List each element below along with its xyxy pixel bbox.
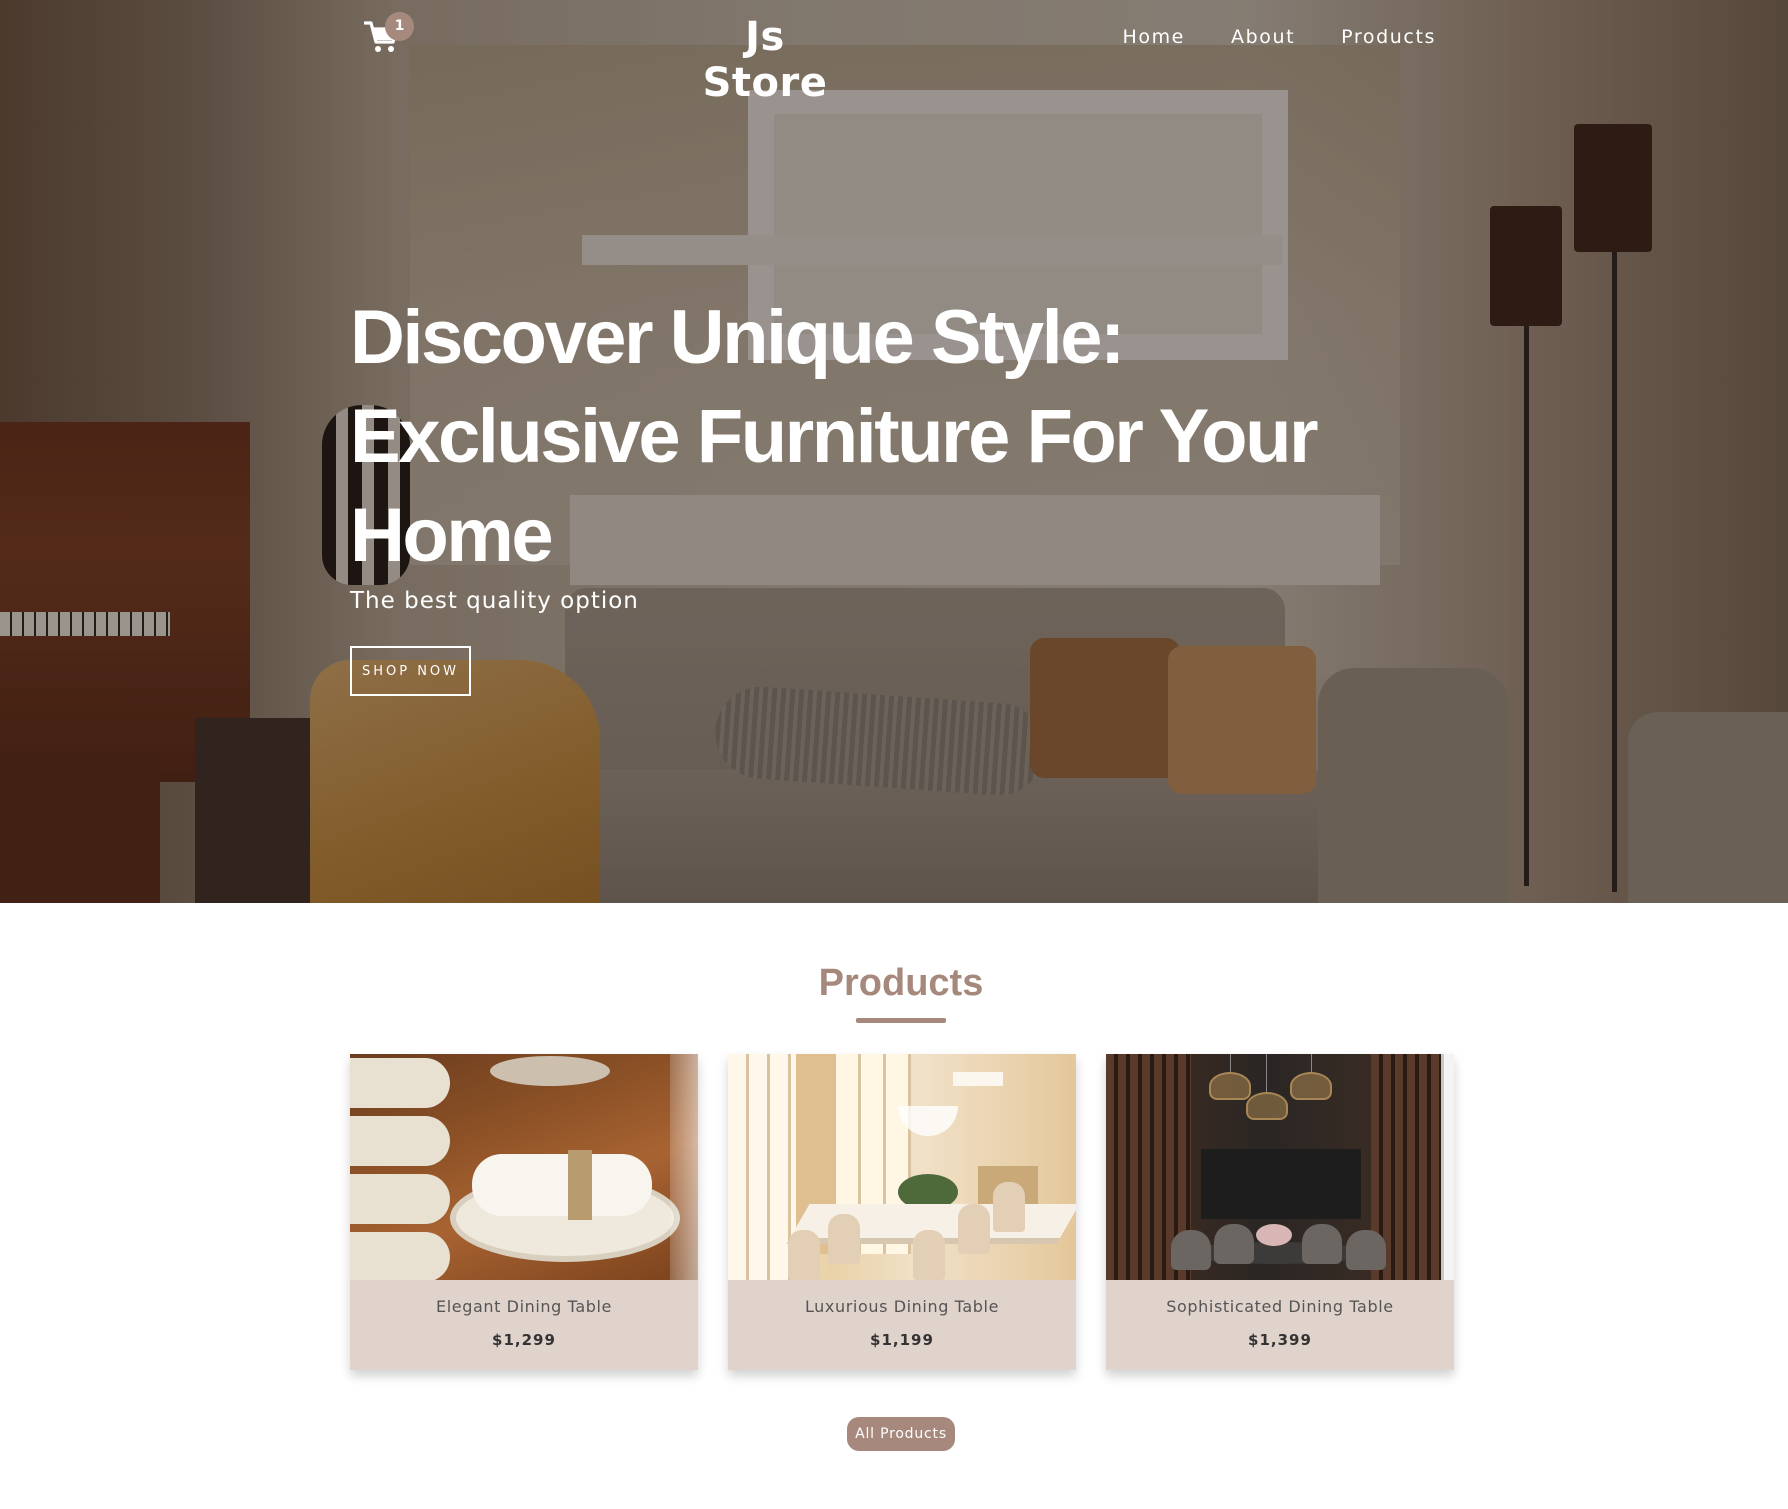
image-lamp-wire [1266,1054,1267,1094]
image-pendant-lamp [1290,1072,1332,1100]
product-image [350,1054,698,1280]
image-chair [350,1116,450,1166]
product-cards: Elegant Dining Table $1,299 Luxurious Di… [350,1054,1454,1370]
image-plate [490,1056,610,1086]
product-name: Sophisticated Dining Table [1166,1297,1394,1316]
image-chair [1171,1230,1211,1270]
top-nav: 1 Js Store Home About Products [0,0,1788,106]
products-section-title: Products [818,962,984,1004]
nav-link-products[interactable]: Products [1341,26,1436,48]
hero-subtitle: The best quality option [350,588,639,614]
product-image [1106,1054,1454,1280]
image-chair [993,1182,1025,1232]
image-glass [670,1054,698,1280]
image-lamp-wire [1311,1054,1312,1074]
product-card[interactable]: Sophisticated Dining Table $1,399 [1106,1054,1454,1370]
image-chair [913,1230,945,1280]
product-card[interactable]: Elegant Dining Table $1,299 [350,1054,698,1370]
product-price: $1,399 [1248,1331,1312,1349]
image-chair [788,1230,820,1280]
product-name: Elegant Dining Table [436,1297,612,1316]
nav-link-home[interactable]: Home [1122,26,1185,48]
hero-title: Discover Unique Style: Exclusive Furnitu… [350,295,1319,578]
image-chair [1214,1224,1254,1264]
image-flowers [1256,1224,1292,1246]
all-products-button[interactable]: All Products [847,1417,955,1451]
image-pendant-lamp [1246,1092,1288,1120]
image-lamp-wire [1230,1054,1231,1074]
image-chair [350,1232,450,1280]
product-price: $1,299 [492,1331,556,1349]
product-card[interactable]: Luxurious Dining Table $1,199 [728,1054,1076,1370]
image-kitchen [1201,1149,1361,1219]
shop-now-button[interactable]: SHOP NOW [350,646,471,696]
nav-link-about[interactable]: About [1231,26,1295,48]
cart-count-badge: 1 [385,12,414,41]
image-edge [1444,1054,1454,1280]
image-napkin [472,1154,652,1216]
product-name: Luxurious Dining Table [804,1297,1000,1316]
brand-logo[interactable]: Js Store [690,14,840,106]
image-chair [1302,1224,1342,1264]
image-pendant-lamp [1209,1072,1251,1100]
nav-links: Home About Products [1122,26,1436,48]
image-ac-unit [953,1072,1003,1086]
image-napkin-band [568,1150,592,1220]
image-chair [828,1214,860,1264]
title-underline [856,1018,946,1023]
image-chair [350,1174,450,1224]
product-image [728,1054,1076,1280]
image-chair [958,1204,990,1254]
image-chair [350,1058,450,1108]
image-chair [1346,1230,1386,1270]
product-price: $1,199 [870,1331,934,1349]
